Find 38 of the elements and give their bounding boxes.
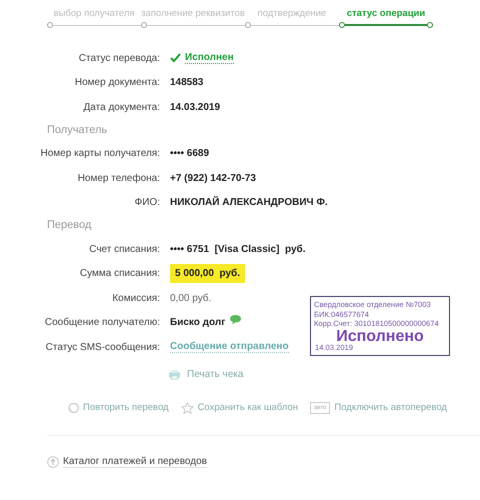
field-label: Номер карты получателя: <box>40 148 160 160</box>
field-label: Счет списания: <box>88 244 160 255</box>
status-link[interactable]: Исполнен <box>185 52 234 64</box>
check-icon <box>170 53 181 64</box>
step-label: заполнение реквизитов <box>141 8 245 21</box>
field-label: ФИО: <box>134 197 160 208</box>
field-value: •••• 6751 [Visa Classic] руб. <box>170 244 306 255</box>
print-receipt-link[interactable]: Печать чека <box>187 369 244 380</box>
field-value: 148583 <box>170 77 204 88</box>
field-value: 14.03.2019 <box>170 102 220 113</box>
arrow-up-circle-icon <box>47 456 59 468</box>
sms-status-link[interactable]: Сообщение отправлено <box>170 341 289 354</box>
field-label: Статус SMS-сообщения: <box>44 342 160 353</box>
field-label: Сумма списания: <box>78 268 160 280</box>
section-title: Перевод <box>47 219 92 233</box>
message-text: Биско долг <box>170 317 226 328</box>
field-value: +7 (922) 142-70-73 <box>170 172 256 184</box>
step-label: подтверждение <box>256 8 328 21</box>
chat-bubble-icon <box>229 314 242 326</box>
field-label: Номер документа: <box>74 77 160 88</box>
action-link[interactable]: Сохранить как шаблон <box>180 402 298 414</box>
field-label: Статус перевода: <box>78 52 160 64</box>
field-value: НИКОЛАЙ АЛЕКСАНДРОВИЧ Ф. <box>170 197 328 208</box>
catalog-link[interactable]: Каталог платежей и переводов <box>63 456 207 468</box>
section-title: Получатель <box>47 124 108 138</box>
stamp-title: Исполнено <box>336 328 425 344</box>
step-label: статус операции <box>346 8 426 21</box>
amount-value: 5 000,00 руб. <box>170 264 245 284</box>
printer-icon <box>168 369 181 380</box>
star-icon <box>180 402 194 414</box>
field-label: Сообщение получателю: <box>44 317 160 328</box>
field-value: •••• 6689 <box>170 148 210 160</box>
field-label: Комиссия: <box>111 292 160 304</box>
field-value: 0,00 руб. <box>170 292 212 304</box>
field-label: Дата документа: <box>82 102 160 113</box>
step-label: выбор получателя <box>52 8 136 21</box>
field-label: Номер телефона: <box>76 172 160 184</box>
action-link[interactable]: Повторить перевод <box>68 402 169 414</box>
